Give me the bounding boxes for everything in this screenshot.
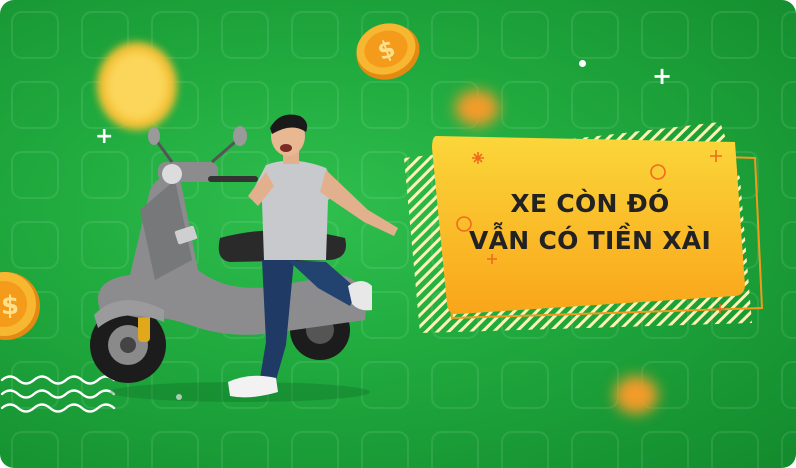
svg-text:$: $	[1, 291, 19, 321]
coin-icon: $	[356, 23, 420, 80]
promo-headline: XE CÒN ĐÓ VẪN CÓ TIỀN XÀI	[445, 185, 735, 259]
plus-sparkle-icon: +	[652, 62, 673, 90]
coin-icon	[614, 376, 658, 414]
headline-line-1: XE CÒN ĐÓ	[510, 189, 670, 218]
coin-icon: $	[0, 272, 40, 340]
sparkle-dot	[579, 60, 586, 67]
promo-banner[interactable]: $ $ + + XE CÒN ĐÓ VẪN CÓ TIỀN XÀI	[0, 0, 796, 468]
scooter-illustration	[90, 114, 398, 402]
headline-line-2: VẪN CÓ TIỀN XÀI	[468, 226, 712, 255]
